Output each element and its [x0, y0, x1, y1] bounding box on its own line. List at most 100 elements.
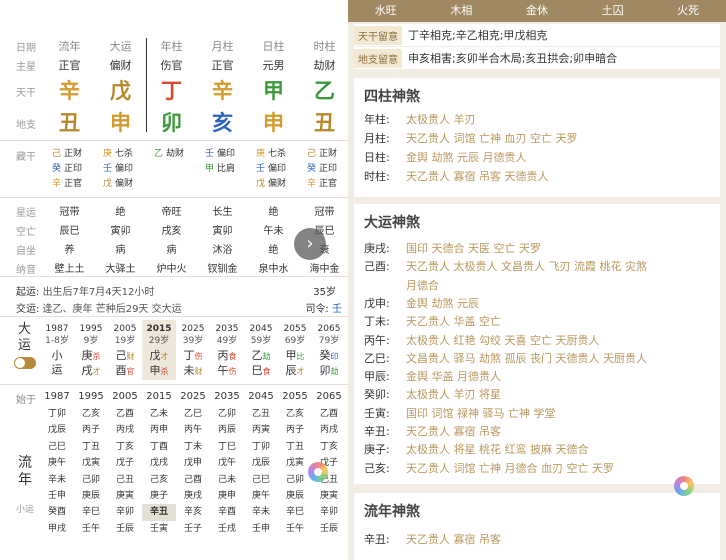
jiaoyun-label: 交运:: [16, 304, 40, 315]
liunian-item[interactable]: 壬午: [74, 521, 108, 537]
liunian-item[interactable]: 丙申: [142, 422, 176, 438]
liunian-item[interactable]: 甲戌: [40, 521, 74, 537]
liunian-item[interactable]: 壬辰: [108, 521, 142, 537]
liunian-item[interactable]: 辛巳: [74, 504, 108, 520]
dayun-col[interactable]: 2015 29岁 戊才 申杀: [142, 320, 176, 380]
liunian-item[interactable]: 壬子: [176, 521, 210, 537]
liunian-item[interactable]: 己丑: [108, 472, 142, 488]
wheel-icon[interactable]: [308, 462, 328, 482]
liunian-item[interactable]: 戊申: [176, 455, 210, 471]
liunian-item[interactable]: 壬申: [244, 521, 278, 537]
liunian-item[interactable]: 丁卯: [244, 439, 278, 455]
liunian-item[interactable]: 辛亥: [176, 504, 210, 520]
liunian-item[interactable]: 戊寅: [74, 455, 108, 471]
star-value: 绝: [268, 207, 279, 218]
dayun-col[interactable]: 2045 59岁 乙劫 巳食: [244, 320, 278, 380]
liunian-item[interactable]: 壬戌: [210, 521, 244, 537]
dayun-toggle[interactable]: [14, 357, 36, 369]
dayun-col[interactable]: 1995 9岁 庚杀 戌才: [74, 320, 108, 380]
liunian-col[interactable]: 2055 乙亥 丙子 丁丑 戊寅 己卯 庚辰 辛巳 壬午: [278, 388, 312, 560]
shensha-right-panel: 水旺 木相 金休 土囚 火死 天干留意 丁辛相克;辛乙相克;甲戊相克 地支留意 申亥相害…: [348, 0, 726, 560]
liunian-item[interactable]: 戊寅: [278, 455, 312, 471]
liunian-item[interactable]: 丁丑: [74, 439, 108, 455]
liunian-col[interactable]: 2025 乙巳 丙午 丁未 戊申 己酉 庚戌 辛亥 壬子: [176, 388, 210, 560]
dayun-col[interactable]: 2065 79岁 癸印 卯劫: [312, 320, 346, 380]
liunian-item[interactable]: 戊午: [210, 455, 244, 471]
liunian-item[interactable]: 丁亥: [312, 439, 346, 455]
liunian-item[interactable]: 己卯: [278, 472, 312, 488]
dayun-col[interactable]: 2055 69岁 甲比 辰才: [278, 320, 312, 380]
liunian-item[interactable]: 辛未: [40, 472, 74, 488]
liunian-item[interactable]: 庚辰: [278, 488, 312, 504]
liunian-item[interactable]: 辛酉: [210, 504, 244, 520]
dayun-col[interactable]: 2005 19岁 己财 酉官: [108, 320, 142, 380]
card-title: 大运神煞: [364, 215, 420, 231]
shensha-key: 月柱:: [364, 132, 390, 145]
liunian-col[interactable]: 2045 乙丑 丙寅 丁卯 戊辰 己巳 庚午 辛未 壬申: [244, 388, 278, 560]
liunian-item[interactable]: 壬午: [278, 521, 312, 537]
liunian-col[interactable]: 1995 乙亥 丙子 丁丑 戊寅 己卯 庚辰 辛巳 壬午: [74, 388, 108, 560]
liunian-item[interactable]: 壬申: [40, 488, 74, 504]
liunian-item[interactable]: 壬辰: [312, 521, 346, 537]
liunian-item[interactable]: 丁巳: [210, 439, 244, 455]
liunian-item[interactable]: 己亥: [142, 472, 176, 488]
liunian-item[interactable]: 辛巳: [278, 504, 312, 520]
liunian-item[interactable]: 癸酉: [40, 504, 74, 520]
liunian-item[interactable]: 丁未: [176, 439, 210, 455]
liunian-col[interactable]: 1987 丁卯 戊辰 己巳 庚午 辛未 壬申 癸酉 甲戌: [40, 388, 74, 560]
liunian-item[interactable]: 丁丑: [278, 439, 312, 455]
liunian-item[interactable]: 丁亥: [108, 439, 142, 455]
liunian-item[interactable]: 辛丑: [142, 504, 176, 521]
dayun-col[interactable]: 2025 39岁 丁伤 未财: [176, 320, 210, 380]
liunian-item[interactable]: 庚戌: [176, 488, 210, 504]
liunian-item[interactable]: 己巳: [244, 472, 278, 488]
liunian-item[interactable]: 壬寅: [142, 521, 176, 537]
liunian-item[interactable]: 辛卯: [312, 504, 346, 520]
dayun-col[interactable]: 1987 1-8岁小运: [40, 320, 74, 380]
liunian-item[interactable]: 丁卯: [40, 406, 74, 422]
liunian-item[interactable]: 丙戌: [108, 422, 142, 438]
liunian-col[interactable]: 2035 乙卯 丙辰 丁巳 戊午 己未 庚申 辛酉 壬戌: [210, 388, 244, 560]
liunian-item[interactable]: 己卯: [74, 472, 108, 488]
liunian-item[interactable]: 丁酉: [142, 439, 176, 455]
liunian-item[interactable]: 乙亥: [278, 406, 312, 422]
next-arrow-button[interactable]: ›: [294, 228, 326, 260]
liunian-item[interactable]: 庚辰: [74, 488, 108, 504]
pillar-star: 正官: [211, 59, 234, 72]
liunian-item[interactable]: 乙酉: [312, 406, 346, 422]
liunian-col[interactable]: 2015 乙未 丙申 丁酉 戊戌 己亥 庚子 辛丑 壬寅: [142, 388, 176, 560]
dayun-col[interactable]: 2035 49岁 丙食 午伤: [210, 320, 244, 380]
liunian-item[interactable]: 庚寅: [312, 488, 346, 504]
liunian-item[interactable]: 己未: [210, 472, 244, 488]
liunian-item[interactable]: 庚子: [142, 488, 176, 504]
liunian-item[interactable]: 丙午: [176, 422, 210, 438]
liunian-item[interactable]: 丙寅: [244, 422, 278, 438]
liunian-item[interactable]: 庚寅: [108, 488, 142, 504]
liunian-item[interactable]: 庚申: [210, 488, 244, 504]
liunian-item[interactable]: 乙酉: [108, 406, 142, 422]
liunian-item[interactable]: 己酉: [176, 472, 210, 488]
liunian-item[interactable]: 庚午: [40, 455, 74, 471]
liunian-item[interactable]: 辛未: [244, 504, 278, 520]
liunian-item[interactable]: 戊辰: [244, 455, 278, 471]
liunian-item[interactable]: 辛卯: [108, 504, 142, 520]
liunian-item[interactable]: 丙戌: [312, 422, 346, 438]
liunian-item[interactable]: 丙子: [278, 422, 312, 438]
liunian-item[interactable]: 己巳: [40, 439, 74, 455]
liunian-item[interactable]: 乙丑: [244, 406, 278, 422]
liunian-item[interactable]: 乙巳: [176, 406, 210, 422]
liunian-item[interactable]: 乙亥: [74, 406, 108, 422]
dayun-zhi-god: 食: [262, 367, 271, 376]
dayun-gan-row: 癸印: [312, 349, 346, 364]
liunian-item[interactable]: 戊子: [108, 455, 142, 471]
liunian-item[interactable]: 乙未: [142, 406, 176, 422]
liunian-item[interactable]: 乙卯: [210, 406, 244, 422]
wheel-icon[interactable]: [674, 476, 694, 496]
liunian-item[interactable]: 丙辰: [210, 422, 244, 438]
liunian-item[interactable]: 戊辰: [40, 422, 74, 438]
liunian-col[interactable]: 2005 乙酉 丙戌 丁亥 戊子 己丑 庚寅 辛卯 壬辰: [108, 388, 142, 560]
star-value: 海中金: [309, 264, 340, 275]
liunian-item[interactable]: 丙子: [74, 422, 108, 438]
liunian-item[interactable]: 庚午: [244, 488, 278, 504]
liunian-item[interactable]: 戊戌: [142, 455, 176, 471]
